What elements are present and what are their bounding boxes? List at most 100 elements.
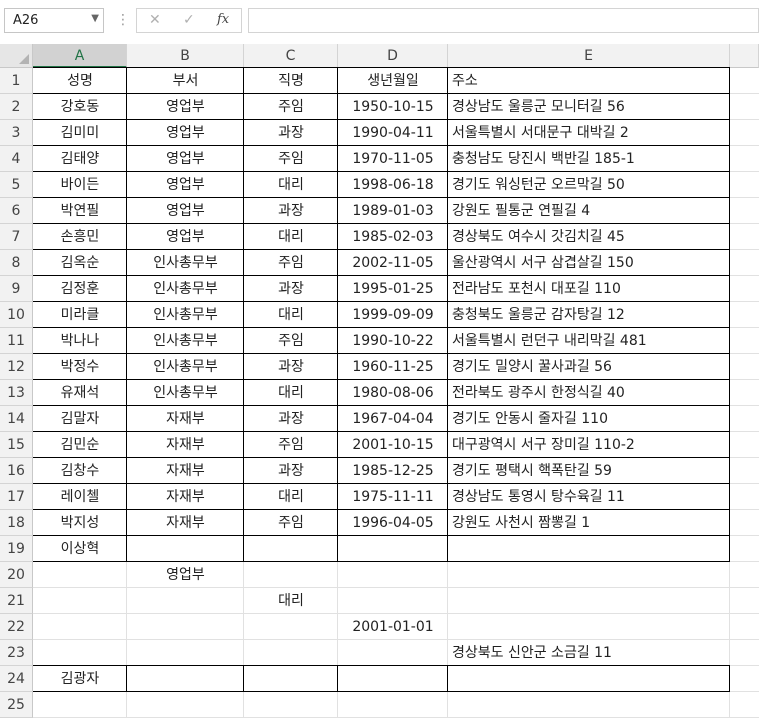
cell-d7[interactable]: 1985-02-03 xyxy=(338,224,448,250)
row-header-3[interactable]: 3 xyxy=(0,120,33,146)
cell-b22[interactable] xyxy=(127,614,244,640)
cell-b2[interactable]: 영업부 xyxy=(127,94,244,120)
cell-b11[interactable]: 인사총무부 xyxy=(127,328,244,354)
cell-e11[interactable]: 서울특별시 런던구 내리막길 481 xyxy=(448,328,730,354)
cell-d17[interactable]: 1975-11-11 xyxy=(338,484,448,510)
cell-e12[interactable]: 경기도 밀양시 꿀사과길 56 xyxy=(448,354,730,380)
cell-a1[interactable]: 성명 xyxy=(33,68,127,94)
cell-e18[interactable]: 강원도 사천시 짬뽕길 1 xyxy=(448,510,730,536)
cell-e3[interactable]: 서울특별시 서대문구 대박길 2 xyxy=(448,120,730,146)
drag-handle-icon[interactable]: ⋮ xyxy=(116,12,130,28)
cell-c3[interactable]: 과장 xyxy=(244,120,338,146)
cell-c8[interactable]: 주임 xyxy=(244,250,338,276)
row-header-1[interactable]: 1 xyxy=(0,68,33,94)
cell-d1[interactable]: 생년월일 xyxy=(338,68,448,94)
cell-b3[interactable]: 영업부 xyxy=(127,120,244,146)
row-header-20[interactable]: 20 xyxy=(0,562,33,588)
cell-d8[interactable]: 2002-11-05 xyxy=(338,250,448,276)
cell-e14[interactable]: 경기도 안동시 줄자길 110 xyxy=(448,406,730,432)
cell-b13[interactable]: 인사총무부 xyxy=(127,380,244,406)
cell-e24[interactable] xyxy=(448,666,730,692)
cell-b20[interactable]: 영업부 xyxy=(127,562,244,588)
cell-c20[interactable] xyxy=(244,562,338,588)
cell-a9[interactable]: 김정훈 xyxy=(33,276,127,302)
cell-d20[interactable] xyxy=(338,562,448,588)
cell-c13[interactable]: 대리 xyxy=(244,380,338,406)
cell-a5[interactable]: 바이든 xyxy=(33,172,127,198)
cell-c10[interactable]: 대리 xyxy=(244,302,338,328)
cell-c23[interactable] xyxy=(244,640,338,666)
row-header-8[interactable]: 8 xyxy=(0,250,33,276)
cell-d4[interactable]: 1970-11-05 xyxy=(338,146,448,172)
row-header-14[interactable]: 14 xyxy=(0,406,33,432)
cell-e20[interactable] xyxy=(448,562,730,588)
cell-d11[interactable]: 1990-10-22 xyxy=(338,328,448,354)
cell-d16[interactable]: 1985-12-25 xyxy=(338,458,448,484)
fx-icon[interactable]: fx xyxy=(217,12,229,27)
cell-b23[interactable] xyxy=(127,640,244,666)
check-icon[interactable]: ✓ xyxy=(183,12,195,28)
cell-a7[interactable]: 손흥민 xyxy=(33,224,127,250)
row-header-10[interactable]: 10 xyxy=(0,302,33,328)
cell-e8[interactable]: 울산광역시 서구 삼겹살길 150 xyxy=(448,250,730,276)
cell-b12[interactable]: 인사총무부 xyxy=(127,354,244,380)
cell-e21[interactable] xyxy=(448,588,730,614)
cell-b18[interactable]: 자재부 xyxy=(127,510,244,536)
cell-a10[interactable]: 미라클 xyxy=(33,302,127,328)
row-header-17[interactable]: 17 xyxy=(0,484,33,510)
cell-a4[interactable]: 김태양 xyxy=(33,146,127,172)
cell-a14[interactable]: 김말자 xyxy=(33,406,127,432)
cell-d19[interactable] xyxy=(338,536,448,562)
cell-a18[interactable]: 박지성 xyxy=(33,510,127,536)
select-all-button[interactable] xyxy=(0,44,33,68)
cell-b5[interactable]: 영업부 xyxy=(127,172,244,198)
cell-e19[interactable] xyxy=(448,536,730,562)
row-header-12[interactable]: 12 xyxy=(0,354,33,380)
cell-b9[interactable]: 인사총무부 xyxy=(127,276,244,302)
row-header-11[interactable]: 11 xyxy=(0,328,33,354)
cell-e6[interactable]: 강원도 필통군 연필길 4 xyxy=(448,198,730,224)
cell-e1[interactable]: 주소 xyxy=(448,68,730,94)
cell-e9[interactable]: 전라남도 포천시 대포길 110 xyxy=(448,276,730,302)
cell-d22[interactable]: 2001-01-01 xyxy=(338,614,448,640)
cell-c9[interactable]: 과장 xyxy=(244,276,338,302)
cell-b15[interactable]: 자재부 xyxy=(127,432,244,458)
cell-c12[interactable]: 과장 xyxy=(244,354,338,380)
cell-e15[interactable]: 대구광역시 서구 장미길 110-2 xyxy=(448,432,730,458)
cell-c16[interactable]: 과장 xyxy=(244,458,338,484)
row-header-16[interactable]: 16 xyxy=(0,458,33,484)
cell-d3[interactable]: 1990-04-11 xyxy=(338,120,448,146)
cell-a8[interactable]: 김옥순 xyxy=(33,250,127,276)
cell-b6[interactable]: 영업부 xyxy=(127,198,244,224)
cell-a24[interactable]: 김광자 xyxy=(33,666,127,692)
column-header-b[interactable]: B xyxy=(127,44,244,68)
cell-d9[interactable]: 1995-01-25 xyxy=(338,276,448,302)
cell-e7[interactable]: 경상북도 여수시 갓김치길 45 xyxy=(448,224,730,250)
row-header-4[interactable]: 4 xyxy=(0,146,33,172)
cell-a25[interactable] xyxy=(33,692,127,718)
cell-b25[interactable] xyxy=(127,692,244,718)
cell-a16[interactable]: 김창수 xyxy=(33,458,127,484)
cell-d2[interactable]: 1950-10-15 xyxy=(338,94,448,120)
row-header-9[interactable]: 9 xyxy=(0,276,33,302)
row-header-24[interactable]: 24 xyxy=(0,666,33,692)
cell-c7[interactable]: 대리 xyxy=(244,224,338,250)
cell-b19[interactable] xyxy=(127,536,244,562)
column-header-f[interactable] xyxy=(730,44,759,68)
cell-b21[interactable] xyxy=(127,588,244,614)
cell-a22[interactable] xyxy=(33,614,127,640)
cell-d10[interactable]: 1999-09-09 xyxy=(338,302,448,328)
cell-c18[interactable]: 주임 xyxy=(244,510,338,536)
cell-d12[interactable]: 1960-11-25 xyxy=(338,354,448,380)
cell-a23[interactable] xyxy=(33,640,127,666)
column-header-c[interactable]: C xyxy=(244,44,338,68)
cell-c4[interactable]: 주임 xyxy=(244,146,338,172)
row-header-23[interactable]: 23 xyxy=(0,640,33,666)
cell-b14[interactable]: 자재부 xyxy=(127,406,244,432)
cell-a20[interactable] xyxy=(33,562,127,588)
cell-e5[interactable]: 경기도 워싱턴군 오르막길 50 xyxy=(448,172,730,198)
cell-c6[interactable]: 과장 xyxy=(244,198,338,224)
cell-c19[interactable] xyxy=(244,536,338,562)
row-header-25[interactable]: 25 xyxy=(0,692,33,718)
cell-a3[interactable]: 김미미 xyxy=(33,120,127,146)
